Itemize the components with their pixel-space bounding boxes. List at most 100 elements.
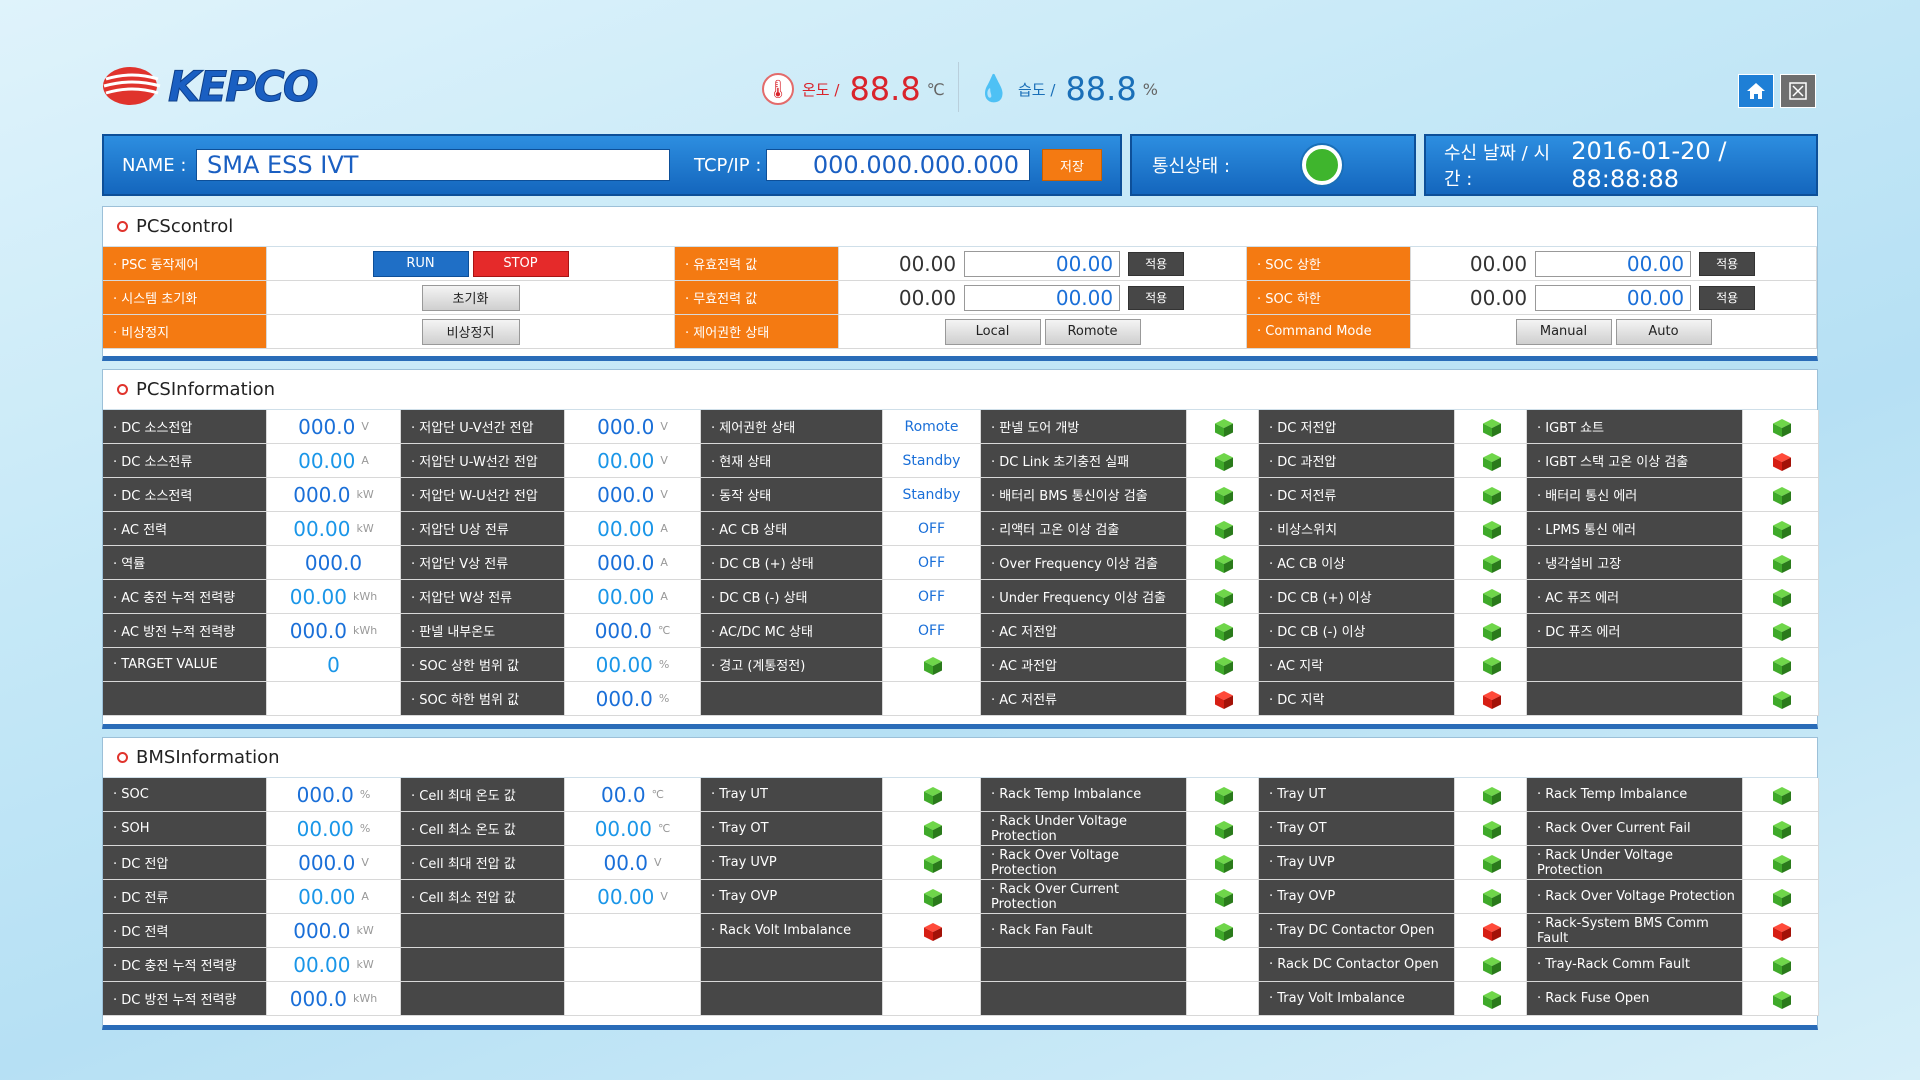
current-value: 00.00 [1469,251,1528,276]
row-label-text: · Tray OT [1269,821,1327,836]
row-label-text: · 저압단 W-U선간 전압 [411,489,538,504]
thermometer-icon: 🌡 [762,73,794,105]
row-label-text: · 제어권한 상태 [711,421,796,436]
row-label: · DC CB (+) 이상 [1259,580,1455,614]
row-label-text: · Cell 최소 온도 값 [411,823,516,838]
control-value-cell: 00.00 00.00 적용 [839,281,1247,315]
setpoint-input[interactable]: 00.00 [964,250,1121,277]
status-fault-icon [923,922,942,941]
row-label-text: · IGBT 스택 고온 이상 검출 [1537,455,1689,470]
home-button[interactable] [1738,74,1774,108]
temperature-unit: ℃ [926,79,945,99]
row-label-text: · SOC 하한 범위 값 [411,693,520,708]
measure-value-cell: 000.0 V [565,410,701,444]
row-label-text: · DC 방전 누적 전력량 [113,993,237,1008]
measure-value-cell: 00.00 A [267,444,401,478]
alarm-status-cell [1743,614,1819,648]
alarm-status-cell [1455,614,1527,648]
status-ok-icon [1214,786,1233,805]
row-label: · Rack Over Current Fail [1527,812,1743,846]
tcp-ip-input[interactable]: 000.000.000.000 [766,149,1030,181]
row-label [401,982,565,1016]
measure-value-cell: 00.00 V [565,444,701,478]
measure-value-cell: 00.0 V [565,846,701,880]
status-ok-icon [1482,854,1501,873]
header-divider [958,62,959,112]
status-fault-icon [1772,922,1791,941]
measure-unit: ℃ [657,822,671,835]
status-ok-icon [1482,588,1501,607]
status-ok-icon [1772,854,1791,873]
row-label-text: · DC 충전 누적 전력량 [113,959,237,974]
reset-button[interactable]: 초기화 [421,284,520,311]
control-label: · 무효전력 값 [675,281,839,315]
control-label-text: · 비상정지 [113,326,170,341]
alarm-status-cell [1743,682,1819,716]
row-label: · 배터리 통신 에러 [1527,478,1743,512]
status-ok-icon [1482,786,1501,805]
row-label: · Cell 최소 전압 값 [401,880,565,914]
close-button[interactable] [1780,74,1816,108]
row-label-text: · TARGET VALUE [113,657,218,672]
setpoint-input[interactable]: 00.00 [1535,250,1692,277]
row-label-text: · 동작 상태 [711,489,772,504]
apply-button[interactable]: 적용 [1699,285,1756,310]
measure-value-cell: 000.0 V [267,410,401,444]
status-ok-icon [1772,554,1791,573]
row-label: · DC 저전압 [1259,410,1455,444]
control-label: · 시스템 초기화 [103,281,267,315]
row-label: · 리액터 고온 이상 검출 [981,512,1187,546]
apply-button[interactable]: 적용 [1699,251,1756,276]
row-label-text: · AC 전력 [113,523,168,538]
setpoint-input[interactable]: 00.00 [964,284,1121,311]
run-button[interactable]: RUN [372,250,469,277]
row-label-text: · AC CB 상태 [711,523,788,538]
alarm-status-cell [883,812,981,846]
row-label-text: · 리액터 고온 이상 검출 [991,523,1120,538]
row-label-text: · Rack Under Voltage Protection [1537,847,1674,878]
measure-value-cell: 000.0 kWh [267,614,401,648]
row-label-text: · Rack-System BMS Comm Fault [1537,915,1709,946]
measure-unit: A [660,556,668,569]
row-label-text: · Rack Under Voltage Protection [991,813,1128,844]
measure-value-cell: 000.0 A [565,546,701,580]
alarm-status-cell [883,914,981,948]
name-input[interactable]: SMA ESS IVT [196,149,670,181]
status-fault-icon [1214,690,1233,709]
manual-mode-button[interactable]: Manual [1515,318,1612,345]
row-label: · 역률 [103,546,267,580]
measure-unit: % [658,658,670,671]
row-label-text: · Rack Over Voltage Protection [1537,889,1735,904]
row-label: · DC 소스전류 [103,444,267,478]
row-label [981,982,1187,1016]
row-label: · AC 퓨즈 에러 [1527,580,1743,614]
bms-information-title: BMS Information [103,738,1817,778]
remote-button[interactable]: Romote [1044,318,1141,345]
setpoint-input[interactable]: 00.00 [1535,284,1692,311]
measure-value-cell: 00.00 kW [267,512,401,546]
apply-button[interactable]: 적용 [1128,251,1185,276]
row-label-text: · DC 지락 [1269,693,1325,708]
row-label-text: · Cell 최대 온도 값 [411,789,516,804]
measure-value: 00.00 [594,816,652,841]
row-label-text: · DC 전력 [113,925,169,940]
control-label-text: · 유효전력 값 [685,258,758,273]
control-label-text: · SOC 상한 [1257,258,1321,273]
kepco-logo-mark [102,65,162,107]
row-label: · Tray UVP [701,846,883,880]
save-button[interactable]: 저장 [1042,149,1102,181]
state-value-cell: OFF [883,580,981,614]
emergency-stop-button[interactable]: 비상정지 [421,318,520,345]
stop-button[interactable]: STOP [472,250,569,277]
local-button[interactable]: Local [944,318,1041,345]
apply-button[interactable]: 적용 [1128,285,1185,310]
auto-mode-button[interactable]: Auto [1615,318,1712,345]
row-label: · AC 충전 누적 전력량 [103,580,267,614]
measure-value: 00.00 [597,516,655,541]
status-ok-icon [1482,622,1501,641]
measure-value: 00.00 [298,448,356,473]
row-label-text: · DC CB (-) 이상 [1269,625,1366,640]
row-label-text: · Under Frequency 이상 검출 [991,591,1167,606]
alarm-status-cell [1743,478,1819,512]
alarm-status-cell [1455,948,1527,982]
